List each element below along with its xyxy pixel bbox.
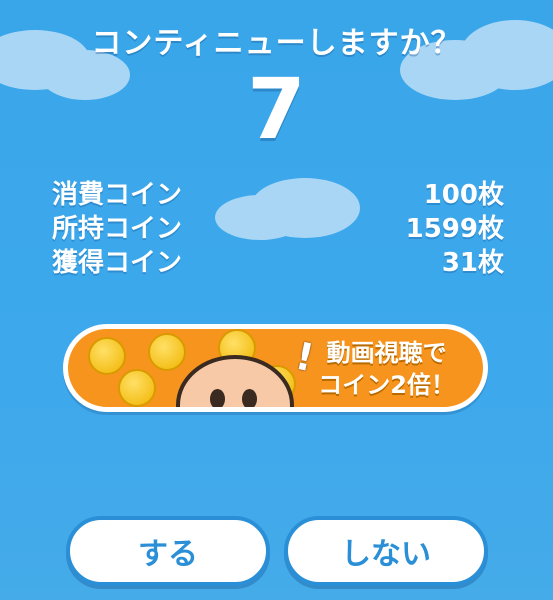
continue-no-label: しない [341, 537, 431, 572]
continue-yes-label: する [138, 537, 198, 572]
watch-video-double-coins-button[interactable]: ! 動画視聴で コイン2倍！ [63, 324, 488, 412]
mustache [202, 407, 268, 412]
continue-prompt-title: コンティニューしますか？ [91, 26, 462, 61]
continue-yes-button[interactable]: する [66, 516, 270, 586]
stat-value-earned: 31枚 [441, 248, 504, 278]
coin-icon [88, 337, 126, 375]
coin-stats: 消費コイン 100枚 所持コイン 1599枚 獲得コイン 31枚 [52, 178, 504, 280]
character-face-icon [176, 355, 294, 412]
exclamation-icon: ! [291, 333, 318, 381]
right-eye [242, 389, 257, 407]
stat-row-consumed: 消費コイン 100枚 [52, 178, 504, 212]
stat-value-consumed: 100枚 [423, 180, 504, 210]
continue-no-button[interactable]: しない [284, 516, 488, 586]
left-eye [210, 389, 225, 407]
stat-value-owned: 1599枚 [405, 214, 504, 244]
coin-icon [148, 333, 186, 371]
countdown-number: 7 [247, 60, 306, 158]
coin-icon [118, 369, 156, 407]
stat-label-consumed: 消費コイン [52, 180, 183, 210]
stat-row-owned: 所持コイン 1599枚 [52, 212, 504, 246]
banner-line-1: 動画視聴で [326, 339, 447, 367]
banner-line-2: コイン2倍！ [318, 371, 455, 399]
stat-label-earned: 獲得コイン [52, 248, 183, 278]
stat-label-owned: 所持コイン [52, 214, 183, 244]
banner-text: 動画視聴で コイン2倍！ [318, 337, 455, 401]
stat-row-earned: 獲得コイン 31枚 [52, 246, 504, 280]
